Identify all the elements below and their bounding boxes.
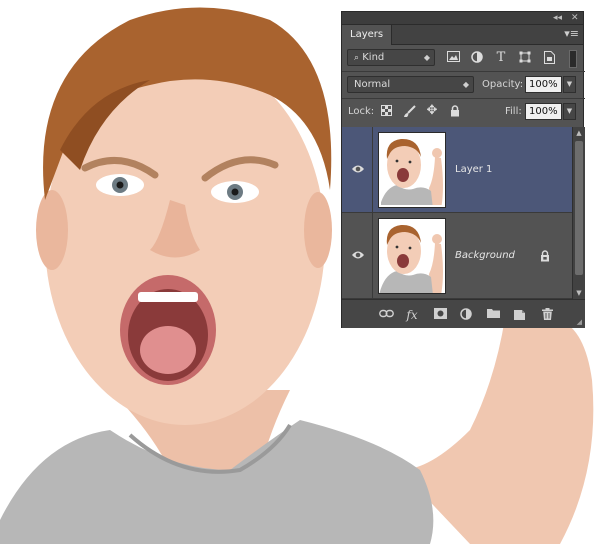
opacity-input[interactable]: 100%	[525, 76, 562, 93]
lock-all-icon[interactable]	[448, 105, 462, 119]
search-icon: ⌕	[354, 53, 360, 63]
collapse-panel-button[interactable]: ◂◂	[553, 12, 562, 24]
layers-list: Layer 1 Background	[342, 127, 572, 299]
scroll-down-icon[interactable]: ▼	[573, 287, 585, 299]
adjustment-layer-icon[interactable]	[458, 308, 474, 322]
panel-footer: fx ◢	[342, 299, 585, 328]
divider	[342, 98, 585, 99]
layer-thumbnail[interactable]	[378, 132, 446, 208]
resize-grip-icon[interactable]: ◢	[577, 318, 582, 326]
panel-tab-row: Layers ▾≡	[342, 25, 583, 45]
divider	[342, 71, 585, 72]
layer-row-layer-1[interactable]: Layer 1	[342, 127, 572, 213]
lock-row: Lock: ✥ Fill: 100% ▼	[342, 101, 585, 123]
new-group-icon[interactable]	[485, 308, 501, 322]
panel-titlebar: ◂◂ ✕	[342, 12, 583, 25]
scrollbar-thumb[interactable]	[575, 141, 583, 275]
filter-kind-label: Kind	[362, 52, 385, 63]
filter-row: ⌕ Kind ◆ T	[342, 48, 585, 70]
lock-position-icon[interactable]: ✥	[425, 104, 439, 118]
layer-thumbnail[interactable]	[378, 218, 446, 294]
chevron-updown-icon: ◆	[423, 53, 430, 62]
fx-icon[interactable]: fx	[404, 308, 420, 322]
fill-dropdown-button[interactable]: ▼	[563, 103, 576, 120]
adjustment-filter-icon[interactable]	[470, 51, 484, 65]
opacity-dropdown-button[interactable]: ▼	[563, 76, 576, 93]
layers-scrollbar[interactable]: ▲ ▼	[572, 127, 585, 299]
type-filter-icon[interactable]: T	[494, 51, 508, 65]
chevron-updown-icon: ◆	[462, 80, 469, 89]
delete-layer-icon[interactable]	[539, 308, 555, 322]
new-layer-icon[interactable]	[511, 308, 527, 322]
lock-icon	[541, 250, 549, 262]
lock-transparent-icon[interactable]	[379, 105, 393, 119]
link-layers-icon[interactable]	[378, 308, 394, 322]
panel-menu-icon[interactable]: ▾≡	[564, 27, 579, 41]
shape-filter-icon[interactable]	[518, 51, 532, 65]
layers-panel: ◂◂ ✕ Layers ▾≡ ⌕ Kind ◆ T Normal ◆ Opaci…	[341, 11, 585, 328]
fill-label: Fill:	[505, 106, 522, 117]
layer-mask-icon[interactable]	[432, 308, 448, 322]
smart-object-filter-icon[interactable]	[542, 51, 556, 65]
fill-input[interactable]: 100%	[525, 103, 562, 120]
filter-kind-select[interactable]: ⌕ Kind ◆	[347, 49, 435, 66]
eye-icon[interactable]	[351, 163, 365, 175]
filter-toggle-switch[interactable]	[569, 50, 577, 68]
scroll-up-icon[interactable]: ▲	[573, 127, 585, 139]
blend-mode-value: Normal	[354, 79, 391, 90]
layer-row-background[interactable]: Background	[342, 213, 572, 299]
opacity-label: Opacity:	[482, 79, 524, 90]
eye-icon[interactable]	[351, 249, 365, 261]
tab-layers[interactable]: Layers	[342, 25, 393, 45]
lock-image-icon[interactable]	[402, 105, 416, 119]
layer-name[interactable]: Background	[455, 250, 515, 262]
blend-row: Normal ◆ Opacity: 100% ▼	[342, 74, 585, 96]
layer-name[interactable]: Layer 1	[455, 164, 492, 176]
blend-mode-select[interactable]: Normal ◆	[347, 76, 474, 93]
lock-label: Lock:	[348, 106, 375, 117]
image-filter-icon[interactable]	[446, 51, 460, 65]
close-panel-button[interactable]: ✕	[571, 12, 579, 24]
